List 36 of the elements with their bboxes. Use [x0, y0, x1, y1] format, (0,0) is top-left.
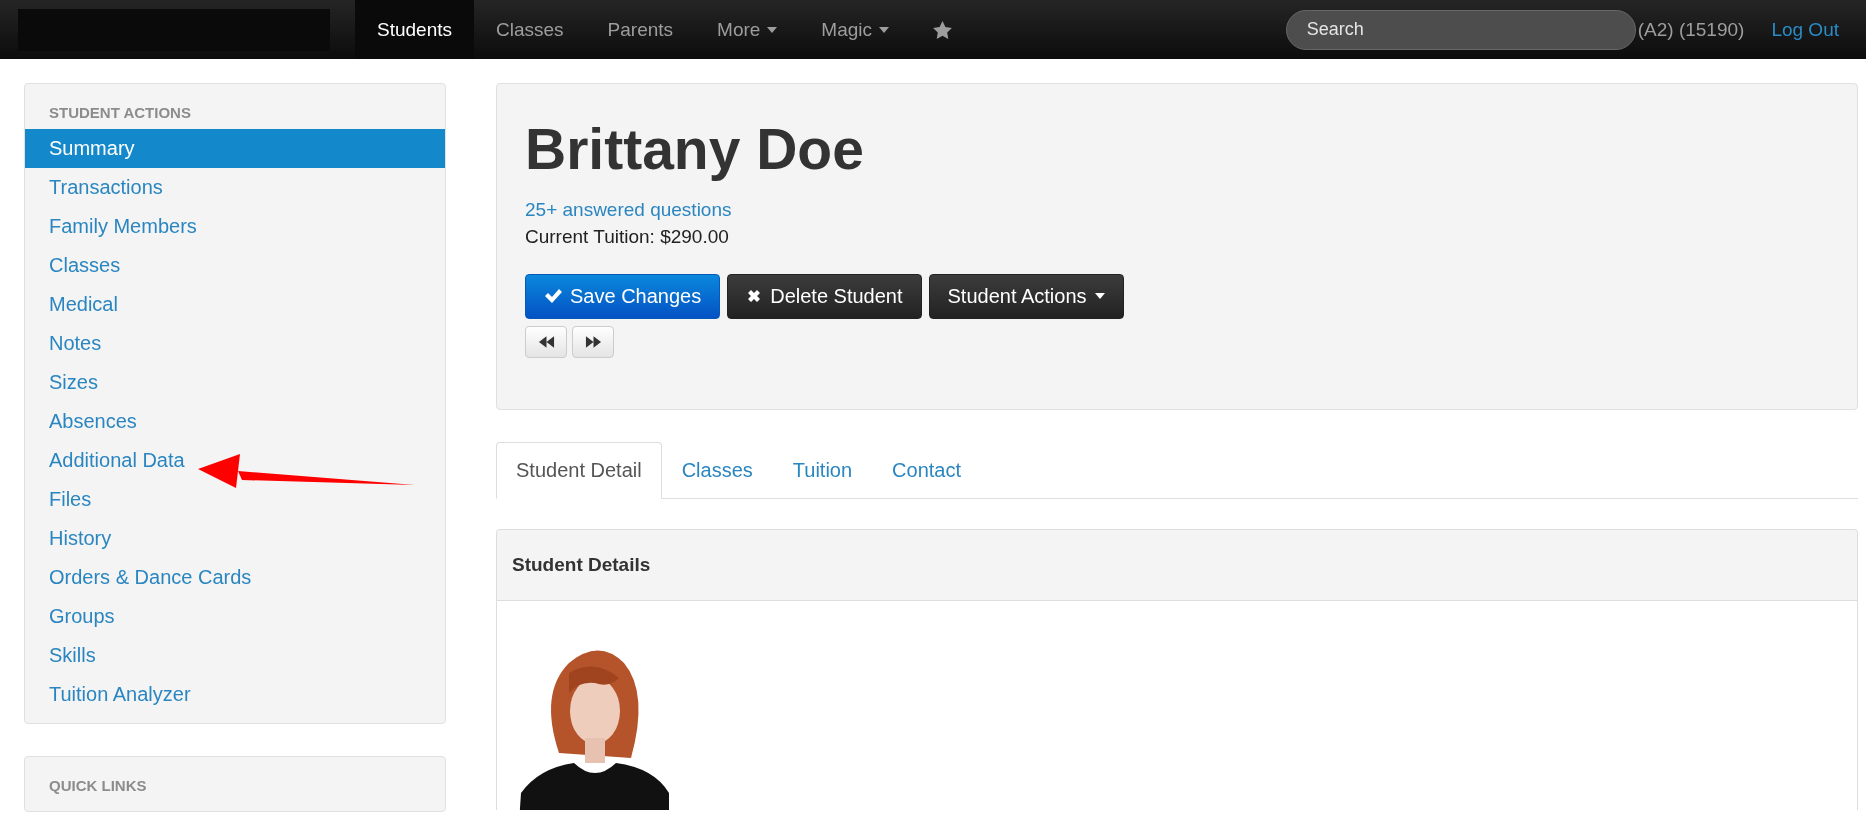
answered-questions-link[interactable]: 25+ answered questions: [525, 198, 732, 221]
logout-link[interactable]: Log Out: [1749, 0, 1861, 59]
actions-dropdown[interactable]: Student Actions: [928, 273, 1124, 319]
sidebar-item[interactable]: Sizes: [25, 363, 445, 402]
sidebar-item[interactable]: Skills: [25, 636, 445, 675]
sidebar-item[interactable]: Notes: [25, 324, 445, 363]
tab[interactable]: Classes: [661, 442, 773, 499]
tab[interactable]: Contact: [872, 442, 981, 499]
panel-title: Student Details: [512, 554, 651, 576]
panel-heading: QUICK LINKS: [49, 777, 148, 796]
sidebar-item[interactable]: Absences: [25, 402, 445, 441]
tab[interactable]: Student Detail: [496, 442, 662, 499]
panel-heading: STUDENT ACTIONS: [49, 104, 192, 123]
sidebar-item[interactable]: Files: [25, 480, 445, 519]
nav-link[interactable]: Classes: [474, 0, 586, 59]
nav-link[interactable]: Students: [355, 0, 474, 59]
delete-button[interactable]: Delete Student: [727, 273, 922, 319]
sidebar-item[interactable]: Family Members: [25, 207, 445, 246]
account-id: (A2) (15190): [1637, 18, 1745, 41]
sidebar-item[interactable]: History: [25, 519, 445, 558]
sidebar-item[interactable]: Summary: [25, 129, 445, 168]
student-name: Brittany Doe: [525, 118, 865, 181]
sidebar-item[interactable]: Orders & Dance Cards: [25, 558, 445, 597]
nav-dropdown[interactable]: Magic: [799, 0, 912, 59]
sidebar-item[interactable]: Classes: [25, 246, 445, 285]
tuition-text: Current Tuition: $290.00: [525, 225, 730, 248]
nav-dropdown[interactable]: More: [695, 0, 800, 59]
save-button[interactable]: Save Changes: [525, 273, 721, 319]
nav-link[interactable]: Parents: [585, 0, 696, 59]
sidebar-item[interactable]: Medical: [25, 285, 445, 324]
sidebar-item[interactable]: Transactions: [25, 168, 445, 207]
tab[interactable]: Tuition: [772, 442, 873, 499]
sidebar-item[interactable]: Tuition Analyzer: [25, 675, 445, 714]
sidebar-item[interactable]: Groups: [25, 597, 445, 636]
sidebar-item[interactable]: Additional Data: [25, 441, 445, 480]
search-field[interactable]: Search: [1285, 9, 1636, 50]
